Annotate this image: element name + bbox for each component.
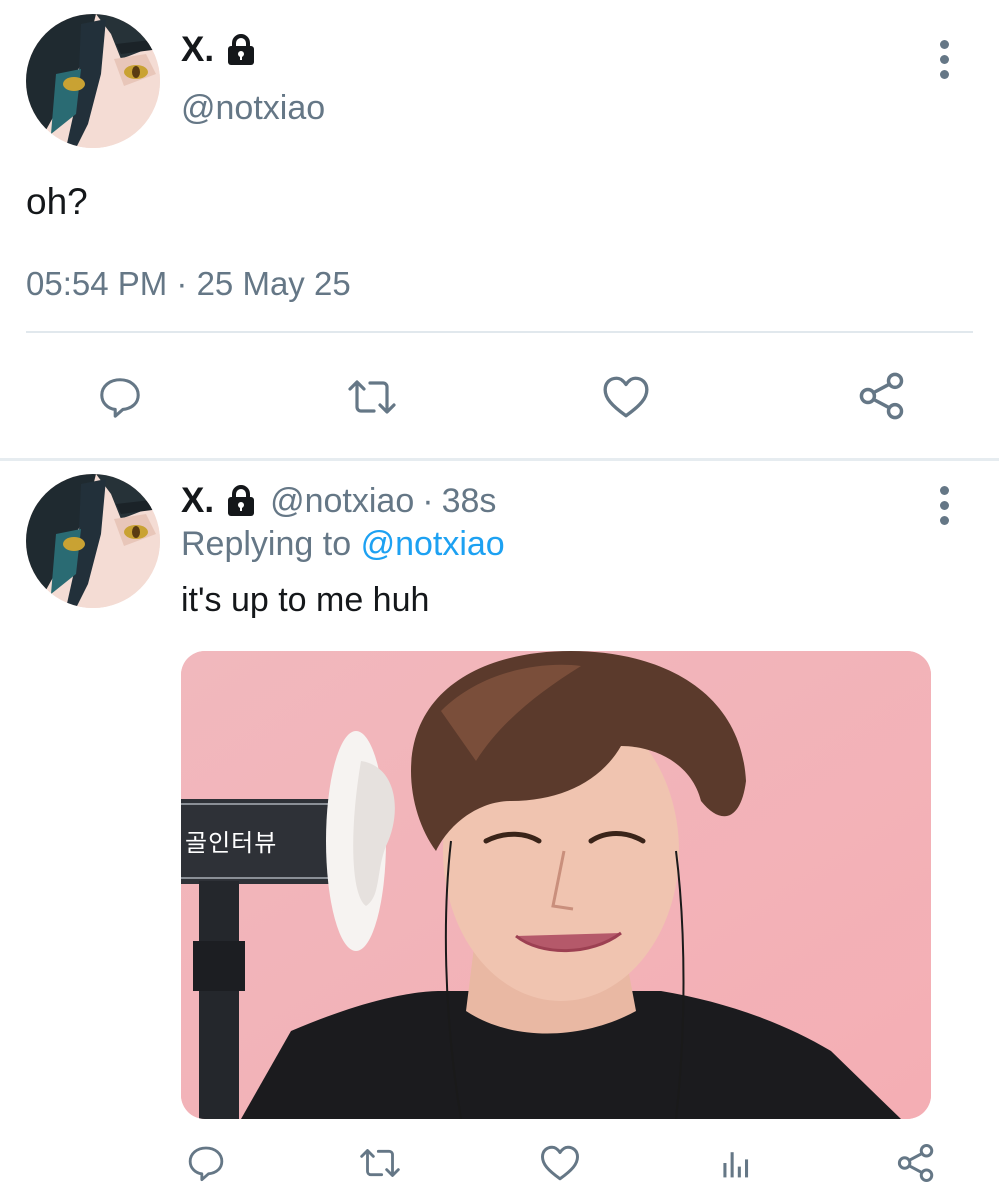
- like-icon: [541, 1145, 579, 1181]
- retweet-icon: [348, 380, 396, 414]
- avatar[interactable]: [26, 474, 160, 608]
- media-caption: 골인터뷰: [185, 829, 278, 857]
- avatar-image: [26, 474, 160, 608]
- display-name-text: X.: [181, 481, 215, 520]
- reply-button[interactable]: [182, 1143, 230, 1183]
- handle[interactable]: @notxiao: [181, 89, 325, 128]
- like-button[interactable]: [598, 372, 654, 422]
- like-button[interactable]: [537, 1143, 583, 1183]
- separator-dot: ·: [422, 481, 434, 520]
- media-image: [181, 651, 931, 1119]
- retweet-button[interactable]: [340, 372, 404, 422]
- avatar[interactable]: [26, 14, 160, 148]
- replying-prefix: Replying to: [181, 525, 352, 563]
- display-name-text: X.: [181, 30, 215, 69]
- share-button[interactable]: [852, 370, 912, 422]
- lock-icon: [224, 484, 258, 518]
- reply-icon: [188, 1146, 224, 1182]
- tweet-text: oh?: [26, 181, 88, 222]
- analytics-icon: [723, 1152, 749, 1178]
- lock-icon: [224, 33, 258, 67]
- replying-to: Replying to @notxiao: [181, 525, 505, 564]
- more-vertical-icon[interactable]: [929, 40, 959, 79]
- share-icon: [897, 1144, 934, 1182]
- tweet-media[interactable]: 골인터뷰: [181, 651, 931, 1119]
- share-icon: [859, 372, 904, 420]
- like-icon: [603, 376, 649, 418]
- handle[interactable]: @notxiao: [270, 482, 414, 521]
- more-vertical-icon[interactable]: [929, 486, 959, 525]
- replying-handle-link[interactable]: @notxiao: [361, 525, 505, 563]
- retweet-icon: [360, 1149, 400, 1177]
- reply-button[interactable]: [90, 372, 150, 422]
- display-name[interactable]: X.: [181, 30, 258, 70]
- share-button[interactable]: [892, 1141, 940, 1185]
- reply-tweet[interactable]: X. @notxiao · 38s Replying to @notxiao i…: [0, 461, 999, 1200]
- divider: [26, 331, 973, 333]
- display-name[interactable]: X.: [181, 481, 258, 521]
- timestamp[interactable]: 05:54 PM · 25 May 25: [26, 265, 351, 303]
- avatar-image: [26, 14, 160, 148]
- reply-icon: [100, 378, 140, 418]
- tweet-header: X. @notxiao · 38s: [181, 481, 496, 521]
- analytics-button[interactable]: [714, 1143, 758, 1183]
- tweet-text: it's up to me huh: [181, 581, 430, 619]
- time-ago[interactable]: 38s: [442, 482, 497, 521]
- main-tweet: X. @notxiao oh? 05:54 PM · 25 May 25: [0, 0, 999, 458]
- retweet-button[interactable]: [355, 1143, 405, 1183]
